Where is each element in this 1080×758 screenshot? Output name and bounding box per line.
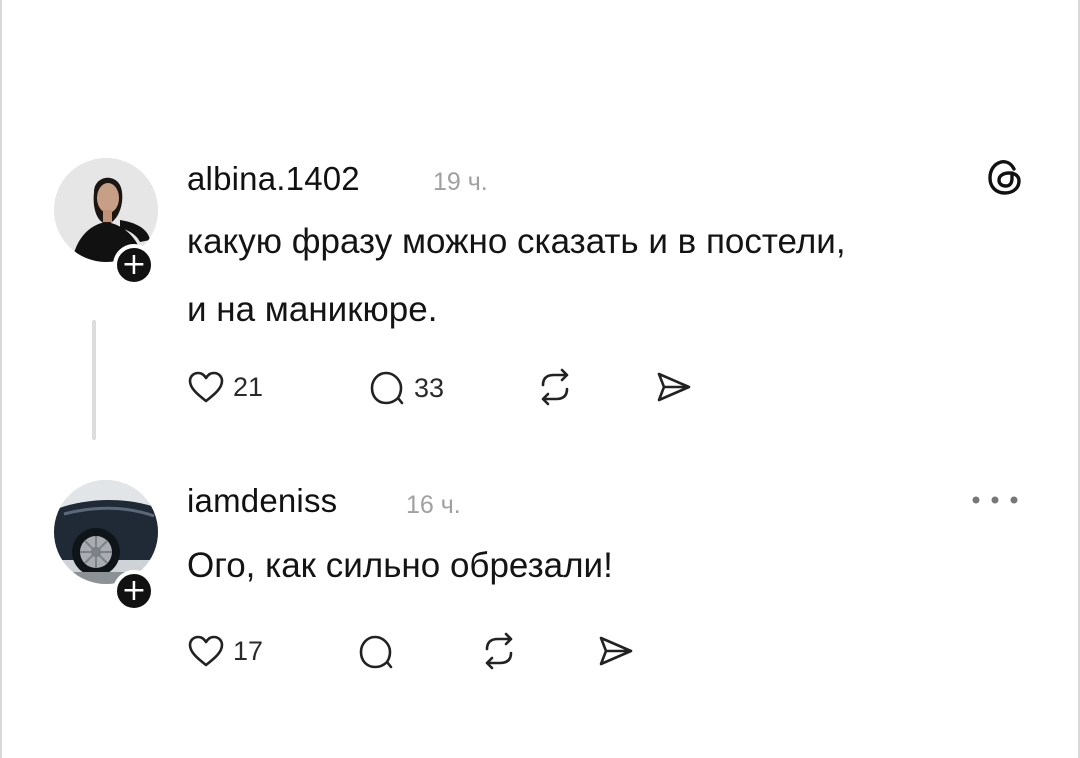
avatar[interactable] xyxy=(54,480,158,584)
repost-button[interactable] xyxy=(535,368,575,406)
repost-button[interactable] xyxy=(479,632,519,670)
thread-post: + albina.1402 19 ч. какую фразу можно ск… xyxy=(0,150,1080,450)
follow-badge-plus-icon[interactable]: + xyxy=(113,244,155,286)
reply-button[interactable]: 33 xyxy=(368,370,444,406)
post-username[interactable]: albina.1402 xyxy=(187,160,360,198)
repost-arrows-icon xyxy=(485,632,513,670)
like-button[interactable]: 21 xyxy=(187,370,263,404)
like-count: 21 xyxy=(233,371,264,402)
thread-connector-line xyxy=(92,320,96,440)
avatar-photo-car xyxy=(54,480,158,584)
like-button[interactable]: 17 xyxy=(187,634,263,668)
comment-bubble-icon xyxy=(370,371,404,405)
share-button[interactable] xyxy=(655,370,693,404)
post-username[interactable]: iamdeniss xyxy=(187,482,337,520)
heart-icon xyxy=(188,371,224,403)
reply-button[interactable] xyxy=(357,634,395,670)
like-count: 17 xyxy=(233,635,264,666)
send-plane-icon xyxy=(599,636,633,666)
send-plane-icon xyxy=(657,372,691,402)
reply-count: 33 xyxy=(414,372,445,403)
repost-arrows-icon xyxy=(541,368,569,406)
threads-logo-icon[interactable] xyxy=(984,156,1026,198)
thread-post: + iamdeniss 16 ч. Ого, как сильно обреза… xyxy=(0,478,1080,738)
heart-icon xyxy=(188,635,224,667)
post-text-line: какую фразу можно сказать и в постели, xyxy=(187,222,846,261)
post-text-line: и на маникюре. xyxy=(187,290,438,329)
share-button[interactable] xyxy=(597,634,635,668)
post-time: 19 ч. xyxy=(433,168,488,196)
more-options-icon[interactable] xyxy=(968,494,1022,506)
post-text-line: Ого, как сильно обрезали! xyxy=(187,546,613,585)
follow-badge-plus-icon[interactable]: + xyxy=(113,570,155,612)
post-time: 16 ч. xyxy=(406,491,461,519)
comment-bubble-icon xyxy=(359,635,393,669)
